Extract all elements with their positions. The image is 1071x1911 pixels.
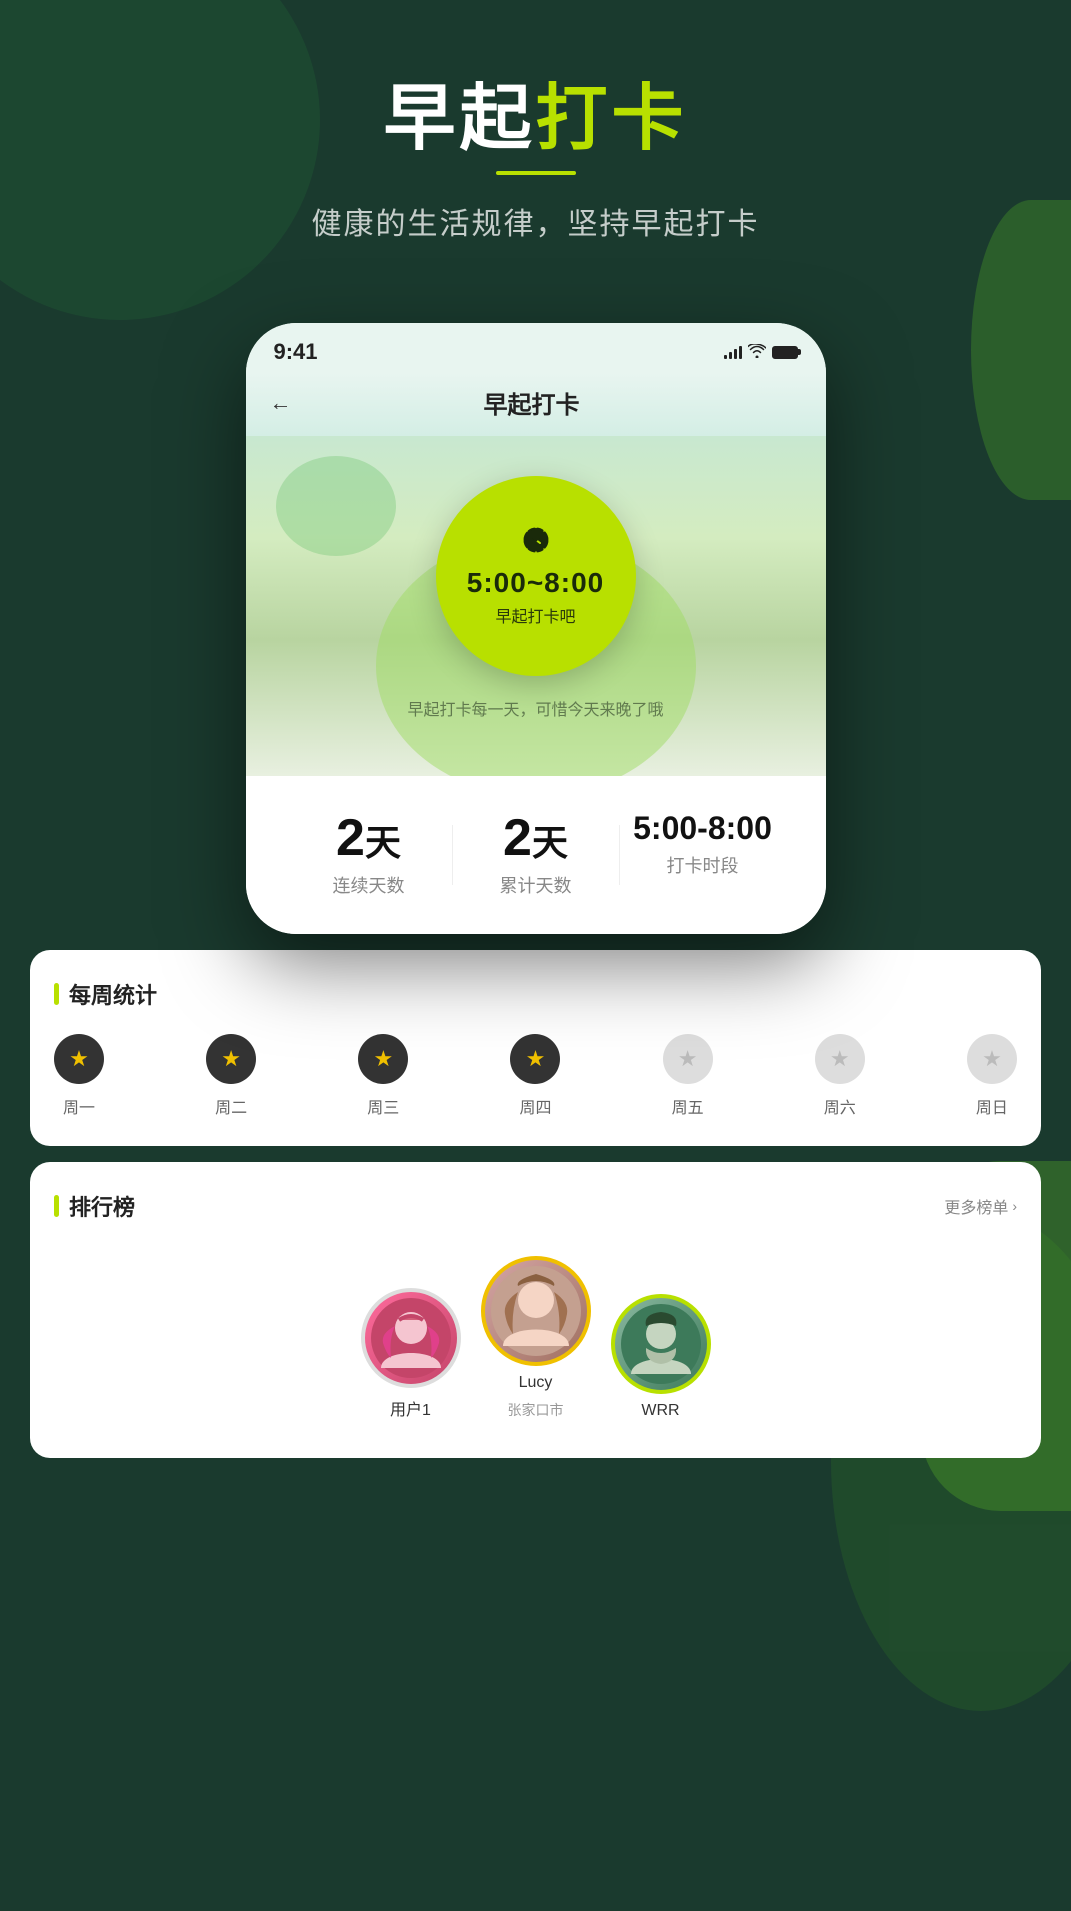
stat-time: 5:00-8:00 打卡时段 (620, 812, 786, 878)
ranking-header: 排行榜 更多榜单 › (54, 1190, 1017, 1222)
ranking-user-1-location: 张家口市 (508, 1400, 564, 1420)
day-star-saturday: ★ (815, 1034, 865, 1084)
weekly-section-title: 每周统计 (54, 978, 1017, 1010)
title-bar-indicator (54, 983, 59, 1005)
clock-label: 早起打卡吧 (495, 603, 575, 627)
stat-consecutive: 2天 连续天数 (286, 812, 452, 898)
chevron-right-icon: › (1012, 1198, 1017, 1214)
phone-wrapper: 9:41 (0, 323, 1071, 934)
page-title: 早起打卡 (40, 80, 1031, 159)
day-wednesday: ★ 周三 (358, 1034, 408, 1118)
title-accent: 打卡 (536, 79, 688, 159)
status-bar: 9:41 (246, 323, 826, 373)
day-label-friday: 周五 (672, 1094, 704, 1118)
phone-navbar: ← 早起打卡 (246, 373, 826, 436)
avatar-rank3 (611, 1294, 711, 1394)
day-sunday: ★ 周日 (967, 1034, 1017, 1118)
ranking-user-1: Lucy 张家口市 (481, 1256, 591, 1420)
status-time: 9:41 (274, 339, 318, 365)
phone-content: 5:00~8:00 早起打卡吧 早起打卡每一天，可惜今天来晚了哦 (246, 436, 826, 776)
day-star-tuesday: ★ (206, 1034, 256, 1084)
day-star-monday: ★ (54, 1034, 104, 1084)
main-content: 早起打卡 健康的生活规律，坚持早起打卡 9:41 (0, 0, 1071, 1458)
stat-time-value: 5:00-8:00 (620, 812, 786, 844)
ranking-section-title: 排行榜 (54, 1190, 135, 1222)
stat-total-value: 2天 (453, 812, 619, 864)
day-label-tuesday: 周二 (215, 1094, 247, 1118)
ranking-title-bar (54, 1195, 59, 1217)
day-star-wednesday: ★ (358, 1034, 408, 1084)
ranking-title-text: 排行榜 (69, 1190, 135, 1222)
stat-consecutive-value: 2天 (286, 812, 452, 864)
clock-circle: 5:00~8:00 早起打卡吧 (436, 476, 636, 676)
ranking-user-2: 用户1 (361, 1288, 461, 1420)
day-star-friday: ★ (663, 1034, 713, 1084)
page-subtitle: 健康的生活规律，坚持早起打卡 (40, 199, 1031, 243)
stat-consecutive-label: 连续天数 (286, 872, 452, 898)
phone-page-title: 早起打卡 (292, 385, 772, 420)
day-thursday: ★ 周四 (510, 1034, 560, 1118)
stat-time-label: 打卡时段 (620, 852, 786, 878)
title-static: 早起 (383, 79, 535, 159)
clock-icon (522, 526, 550, 561)
day-star-thursday: ★ (510, 1034, 560, 1084)
avatar-rank1 (481, 1256, 591, 1366)
ranking-user-3-name: WRR (641, 1402, 679, 1420)
ranking-user-1-name: Lucy (519, 1374, 553, 1392)
weekly-section: 每周统计 ★ 周一 ★ 周二 ★ 周三 (30, 950, 1041, 1146)
day-label-saturday: 周六 (824, 1094, 856, 1118)
day-label-monday: 周一 (63, 1094, 95, 1118)
avatars-row: 用户1 Lucy 张家口市 (54, 1246, 1017, 1430)
ranking-section: 排行榜 更多榜单 › (30, 1162, 1041, 1458)
title-underline (496, 171, 576, 175)
day-label-thursday: 周四 (519, 1094, 551, 1118)
stat-total-label: 累计天数 (453, 872, 619, 898)
back-button[interactable]: ← (270, 390, 292, 416)
day-label-sunday: 周日 (976, 1094, 1008, 1118)
stats-card: 2天 连续天数 2天 累计天数 5:00-8:00 打卡时段 (246, 776, 826, 934)
stat-total: 2天 累计天数 (453, 812, 619, 898)
day-label-wednesday: 周三 (367, 1094, 399, 1118)
phone-mockup: 9:41 (246, 323, 826, 934)
day-tuesday: ★ 周二 (206, 1034, 256, 1118)
weekly-title-text: 每周统计 (69, 978, 157, 1010)
day-saturday: ★ 周六 (815, 1034, 865, 1118)
signal-icon (724, 345, 742, 359)
day-star-sunday: ★ (967, 1034, 1017, 1084)
avatar-rank2 (361, 1288, 461, 1388)
phone-hint-text: 早起打卡每一天，可惜今天来晚了哦 (407, 696, 663, 720)
ranking-user-3: WRR (611, 1294, 711, 1420)
more-rankings-link[interactable]: 更多榜单 › (944, 1194, 1017, 1218)
weekly-days: ★ 周一 ★ 周二 ★ 周三 ★ 周四 (54, 1034, 1017, 1118)
day-monday: ★ 周一 (54, 1034, 104, 1118)
clock-time-range: 5:00~8:00 (467, 567, 604, 599)
battery-icon (772, 346, 798, 359)
page-header: 早起打卡 健康的生活规律，坚持早起打卡 (0, 0, 1071, 283)
ranking-user-2-name: 用户1 (390, 1396, 431, 1420)
more-rankings-label: 更多榜单 (944, 1194, 1008, 1218)
day-friday: ★ 周五 (663, 1034, 713, 1118)
wifi-icon (748, 344, 766, 361)
status-icons (724, 344, 798, 361)
